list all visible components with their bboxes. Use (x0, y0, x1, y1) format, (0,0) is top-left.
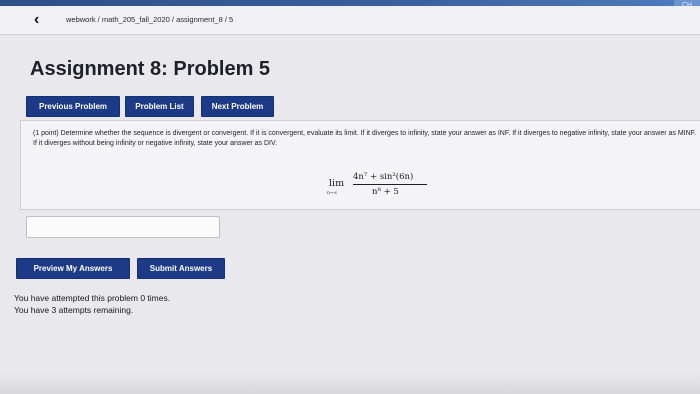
chevron-left-icon[interactable]: ‹ (34, 12, 50, 28)
attempts-made-text: You have attempted this problem 0 times. (14, 293, 171, 303)
limit-expression: lim n→∞ 4n⁷ + sin²(6n) n⁸ + 5 (327, 169, 449, 203)
answer-input[interactable] (26, 216, 220, 238)
attempts-remaining-text: You have 3 attempts remaining. (14, 305, 134, 315)
bottom-shadow (0, 372, 700, 394)
preview-answers-button[interactable]: Preview My Answers (16, 258, 130, 279)
previous-problem-button[interactable]: Previous Problem (26, 96, 120, 117)
fraction-denominator: n⁸ + 5 (372, 187, 399, 197)
page-title: Assignment 8: Problem 5 (30, 58, 271, 80)
problem-statement: (1 point) Determine whether the sequence… (33, 130, 697, 147)
lim-operator: lim (329, 178, 345, 189)
next-problem-button[interactable]: Next Problem (201, 96, 274, 117)
lim-subscript: n→∞ (327, 191, 338, 196)
submit-answers-button[interactable]: Submit Answers (137, 258, 225, 279)
fraction-bar (353, 184, 427, 185)
attempt-status: You have attempted this problem 0 times.… (14, 292, 170, 316)
fraction-numerator: 4n⁷ + sin²(6n) (353, 172, 414, 182)
breadcrumb-bar: ‹ webwork / math_205_fall_2020 / assignm… (0, 6, 700, 35)
breadcrumb[interactable]: webwork / math_205_fall_2020 / assignmen… (66, 15, 233, 24)
problem-panel: (1 point) Determine whether the sequence… (20, 120, 700, 210)
problem-list-button[interactable]: Problem List (125, 96, 194, 117)
